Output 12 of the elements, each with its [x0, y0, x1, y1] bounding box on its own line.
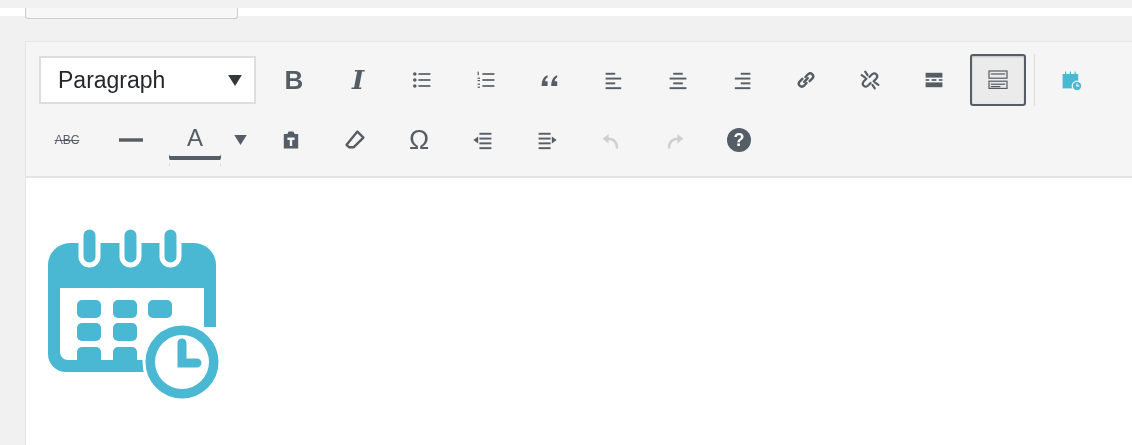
caret-icon [233, 135, 247, 145]
italic-button[interactable]: I [330, 54, 386, 106]
format-dropdown[interactable]: Paragraph [39, 56, 256, 104]
help-button[interactable]: ? [711, 114, 767, 166]
unlink-icon [858, 68, 882, 92]
keyboard-button[interactable] [970, 54, 1026, 106]
strikethrough-button[interactable]: ABC [39, 114, 95, 166]
text-color-button[interactable]: A [167, 114, 223, 166]
keyboard-icon [986, 68, 1010, 92]
bold-button[interactable]: B [266, 54, 322, 106]
caret-icon [228, 74, 242, 86]
special-character-button[interactable]: Ω [391, 114, 447, 166]
